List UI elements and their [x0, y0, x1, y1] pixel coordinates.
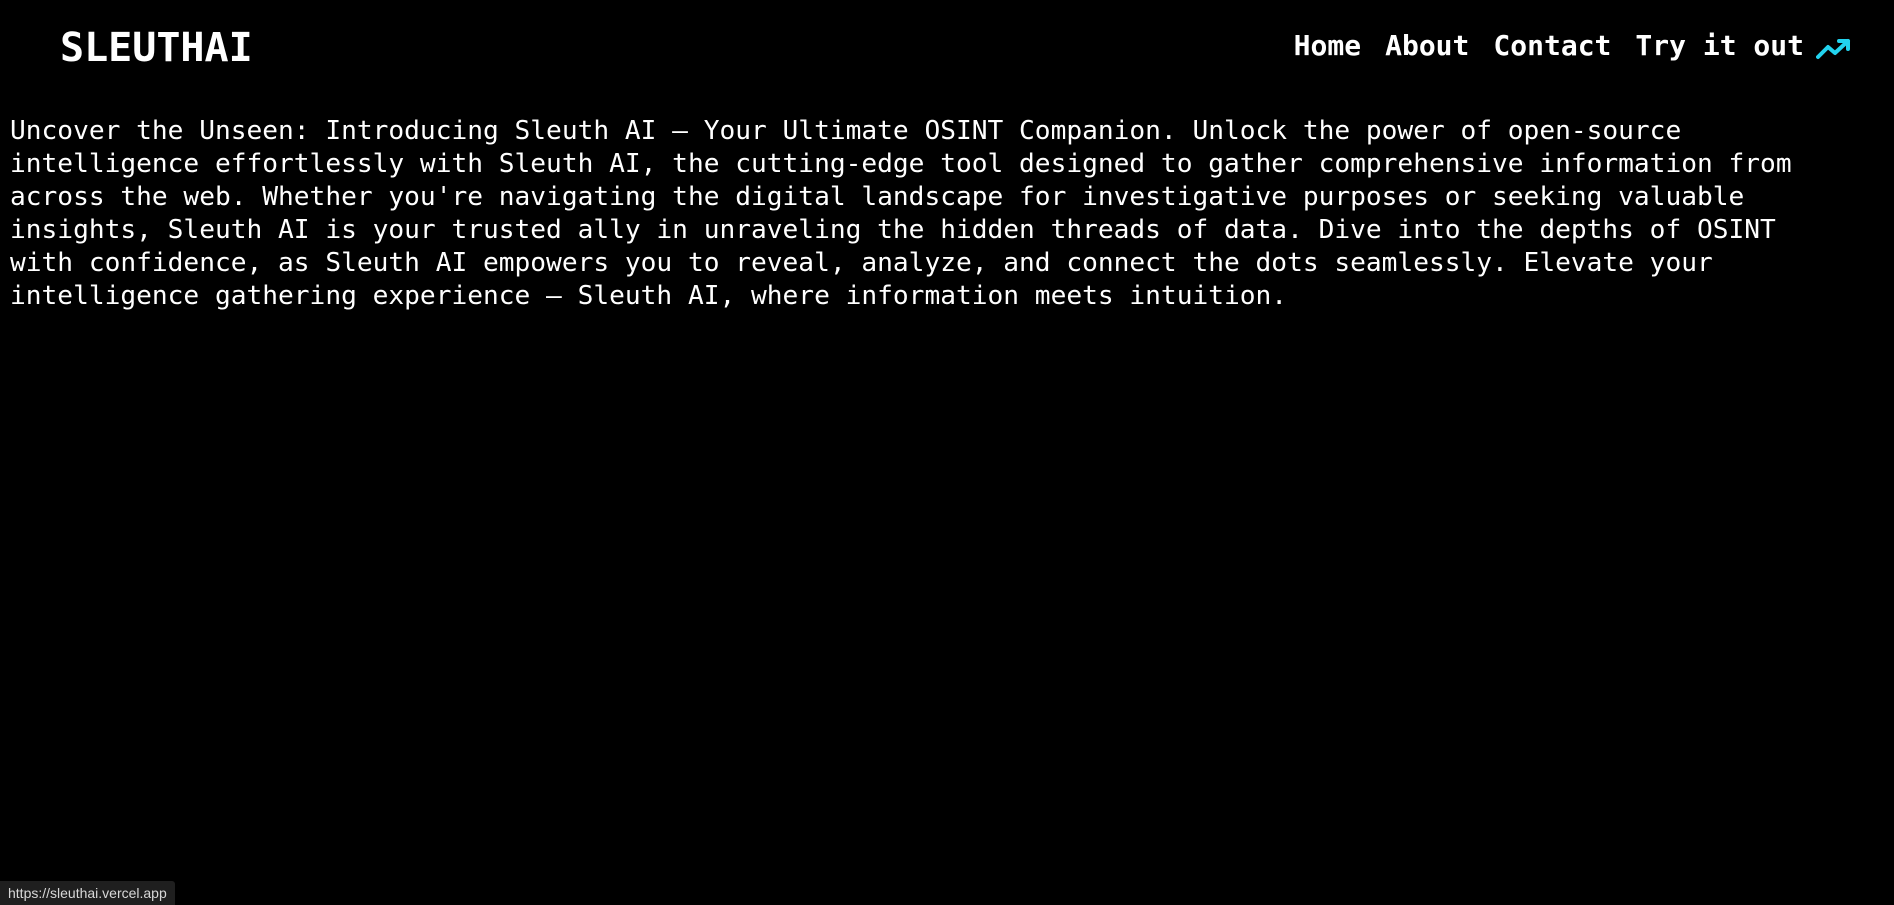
main-nav: Home About Contact Try it out — [1294, 28, 1852, 64]
intro-line: with confidence, as Sleuth AI empowers y… — [10, 248, 1713, 278]
nav-try-it-out-link[interactable]: Try it out — [1635, 28, 1852, 64]
nav-contact-link[interactable]: Contact — [1493, 28, 1611, 64]
intro-line: intelligence gathering experience – Sleu… — [10, 281, 1288, 311]
intro-paragraph: Uncover the Unseen: Introducing Sleuth A… — [10, 115, 1884, 313]
nav-home-link[interactable]: Home — [1294, 28, 1361, 64]
intro-line: across the web. Whether you're navigatin… — [10, 182, 1745, 212]
intro-line: Uncover the Unseen: Introducing Sleuth A… — [10, 116, 1682, 146]
intro-line: intelligence effortlessly with Sleuth AI… — [10, 149, 1792, 179]
intro-line: insights, Sleuth AI is your trusted ally… — [10, 215, 1776, 245]
try-it-out-label: Try it out — [1635, 29, 1804, 62]
nav-about-link[interactable]: About — [1385, 28, 1469, 64]
trending-up-icon — [1816, 34, 1852, 59]
site-logo[interactable]: SLEUTHAI — [60, 24, 253, 72]
link-status-bar: https://sleuthai.vercel.app — [0, 881, 175, 905]
site-header: SLEUTHAI Home About Contact Try it out — [0, 0, 1894, 100]
